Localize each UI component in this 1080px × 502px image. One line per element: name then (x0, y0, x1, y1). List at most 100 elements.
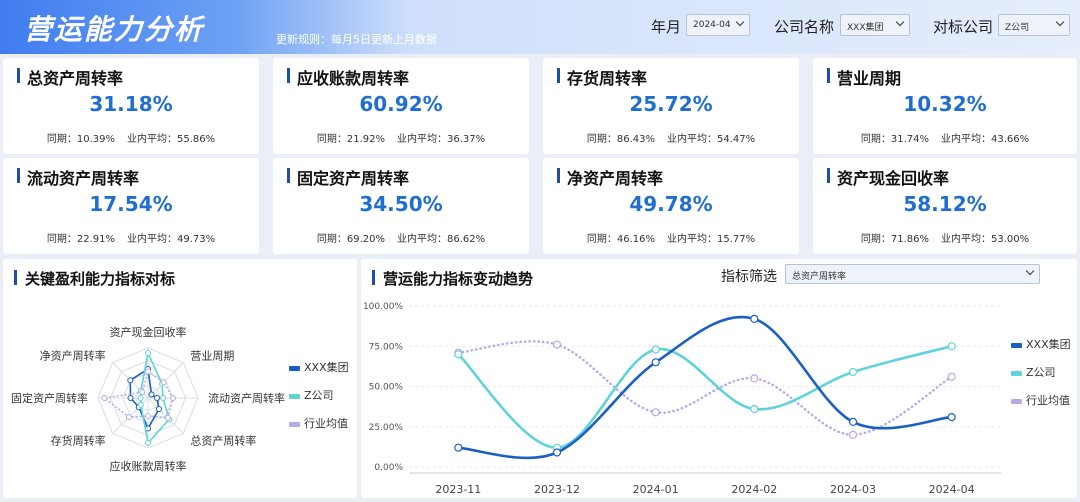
radar-axis-label: 营业周期 (190, 349, 234, 363)
line-point[interactable] (750, 314, 759, 324)
radar-axis-label: 资产现金回收率 (110, 325, 187, 339)
legend-item[interactable]: 行业均值 (289, 415, 349, 443)
company-select[interactable]: XXX集团 (840, 14, 910, 36)
line-point[interactable] (651, 345, 660, 354)
line-point[interactable] (750, 404, 759, 414)
card-yoy: 同期：10.39% (46, 134, 115, 145)
line-point[interactable] (750, 374, 759, 383)
card-yoy: 同期：69.20% (316, 234, 385, 245)
radar-point (160, 379, 167, 386)
card-value: 34.50% (359, 192, 443, 216)
line-point[interactable] (552, 448, 562, 457)
page-title: 营运能力分析 (24, 13, 205, 46)
card-footer: 同期：31.74% 业内平均：43.66% (813, 130, 1077, 145)
card-value: 17.54% (89, 192, 173, 216)
kpi-card: 存货周转率 25.72% 同期：86.43% 业内平均：54.47% (543, 58, 799, 154)
radar-legend: XXX集团 Z公司 行业均值 (289, 359, 349, 443)
card-avg: 业内平均：43.66% (941, 134, 1030, 145)
chevron-down-icon (895, 17, 905, 27)
card-footer: 同期：22.91% 业内平均：49.73% (3, 230, 259, 245)
legend-item[interactable]: Z公司 (289, 387, 349, 415)
kpi-card: 应收账款周转率 60.92% 同期：21.92% 业内平均：36.37% (273, 58, 529, 154)
card-title: 净资产周转率 (567, 169, 664, 188)
card-avg: 业内平均：15.77% (667, 234, 756, 245)
legend-item[interactable]: 行业均值 (1011, 392, 1071, 420)
kpi-card: 营业周期 10.32% 同期：31.74% 业内平均：43.66% (813, 58, 1077, 154)
radar-point (101, 395, 108, 401)
legend-swatch (1011, 342, 1022, 348)
card-avg: 业内平均：36.37% (397, 134, 486, 145)
x-tick-label: 2024-02 (731, 483, 777, 496)
x-tick-label: 2023-11 (435, 483, 481, 496)
card-accent-bar (17, 168, 20, 183)
line-point[interactable] (552, 340, 562, 349)
card-footer: 同期：69.20% 业内平均：86.62% (273, 230, 529, 245)
radar-point (139, 389, 146, 396)
card-value: 25.72% (629, 92, 713, 116)
x-tick-label: 2024-04 (929, 483, 975, 496)
radar-panel: 关键盈利能力指标对标 资产现金回收率 营业周期 流动资产周转率 总资产周转率 应收账款周… (3, 259, 357, 498)
radar-point (160, 395, 166, 401)
radar-axis-label: 总资产周转率 (190, 433, 256, 447)
kpi-card: 总资产周转率 31.18% 同期：10.39% 业内平均：55.86% (3, 58, 259, 154)
legend-label: 行业均值 (304, 417, 348, 430)
line-point[interactable] (848, 430, 858, 439)
radar-point (145, 440, 151, 446)
radar-axis-label: 流动资产周转率 (208, 391, 285, 405)
card-value: 60.92% (359, 92, 443, 116)
x-tick-label: 2023-12 (534, 483, 580, 496)
benchmark-select[interactable]: Z公司 (998, 14, 1070, 36)
y-tick-label: 75.00% (369, 342, 404, 352)
radar-axis-label: 净资产周转率 (40, 349, 106, 363)
radar-axis-label: 固定资产周转率 (11, 391, 88, 405)
line-point[interactable] (848, 417, 858, 426)
card-title: 流动资产周转率 (27, 169, 140, 188)
x-tick-label: 2024-03 (830, 483, 876, 496)
radar-point (127, 377, 134, 384)
radar-point (125, 414, 132, 421)
radar-axis-label: 存货周转率 (51, 433, 106, 447)
y-tick-label: 0.00% (374, 463, 403, 473)
update-rule: 更新规则：每月5日更新上月数据 (276, 33, 437, 46)
trend-panel: 营运能力指标变动趋势 指标筛选 总资产周转率 0.00% 25.00% 50.00%… (361, 259, 1077, 498)
company-filter-label: 公司名称 (774, 18, 835, 36)
line-point[interactable] (947, 342, 956, 351)
radar-point (164, 414, 171, 421)
line-point[interactable] (454, 350, 463, 359)
legend-item[interactable]: XXX集团 (289, 359, 349, 387)
card-accent-bar (557, 68, 560, 83)
radar-point (154, 395, 160, 401)
card-yoy: 同期：71.86% (860, 234, 929, 245)
card-footer: 同期：46.16% 业内平均：15.77% (543, 230, 799, 245)
legend-swatch (289, 365, 300, 371)
company-select-value: XXX集团 (847, 23, 884, 33)
card-avg: 业内平均：49.73% (127, 234, 216, 245)
chevron-down-icon (1055, 17, 1065, 27)
line-series-path (457, 345, 953, 450)
month-select[interactable]: 2024-04 (686, 14, 750, 36)
card-value: 31.18% (89, 92, 173, 116)
radar-point (156, 406, 162, 412)
legend-item[interactable]: Z公司 (1011, 364, 1071, 392)
card-title: 总资产周转率 (27, 69, 124, 88)
line-point[interactable] (947, 413, 956, 422)
card-value: 10.32% (903, 92, 987, 116)
legend-label: 行业均值 (1026, 394, 1070, 407)
card-title: 存货周转率 (567, 69, 648, 88)
line-point[interactable] (848, 367, 858, 377)
benchmark-select-value: Z公司 (1005, 23, 1030, 33)
card-title: 固定资产周转率 (297, 169, 410, 188)
trend-legend: XXX集团 Z公司 行业均值 (1011, 336, 1071, 420)
card-yoy: 同期：86.43% (586, 134, 655, 145)
line-point[interactable] (651, 358, 660, 367)
line-point[interactable] (454, 443, 463, 452)
card-title: 营业周期 (837, 69, 902, 88)
card-accent-bar (17, 68, 20, 83)
legend-item[interactable]: XXX集团 (1011, 336, 1071, 364)
card-yoy: 同期：22.91% (46, 234, 115, 245)
legend-label: XXX集团 (304, 361, 349, 374)
legend-swatch (1011, 370, 1022, 376)
card-avg: 业内平均：86.62% (397, 234, 486, 245)
line-point[interactable] (651, 408, 660, 417)
line-point[interactable] (947, 372, 956, 381)
